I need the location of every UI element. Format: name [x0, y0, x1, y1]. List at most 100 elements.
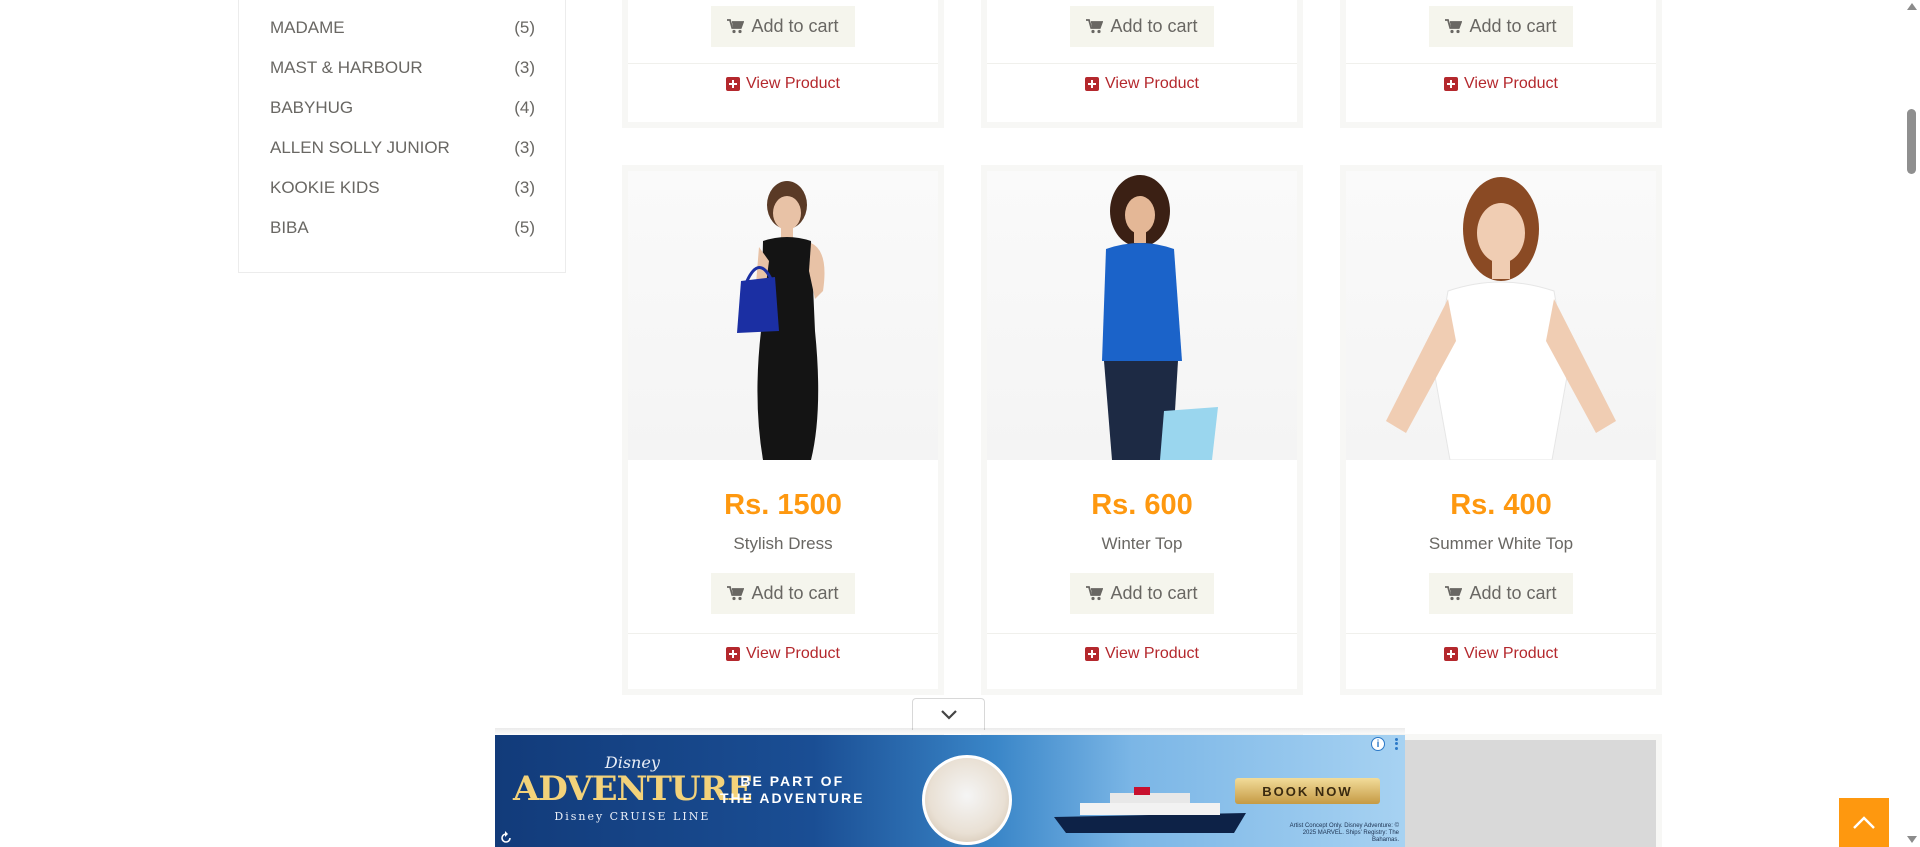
shopping-cart-icon [727, 19, 745, 34]
brand-count: (3) [514, 58, 535, 77]
view-product-label: View Product [1105, 645, 1199, 662]
ad-logo: Disney ADVENTURE Disney CRUISE LINE [513, 753, 753, 823]
product-image [1346, 171, 1656, 460]
chevron-up-icon [1853, 816, 1875, 829]
product-price: Rs. 1500 [724, 489, 842, 521]
card-divider [628, 633, 938, 634]
add-to-cart-label: Add to cart [1110, 583, 1198, 603]
view-product-link[interactable]: View Product [628, 644, 938, 664]
plus-square-icon [1444, 77, 1458, 91]
shopping-cart-icon [1445, 586, 1463, 601]
ad-fine-print: Artist Concept Only. Disney Adventure: ©… [1289, 823, 1399, 843]
woman-black-dress-image [737, 181, 825, 460]
brand-name: ALLEN SOLLY JUNIOR [270, 138, 450, 157]
refresh-icon[interactable] [499, 831, 513, 845]
add-to-cart-button[interactable]: Add to cart [1070, 6, 1214, 47]
chevron-down-icon [940, 710, 957, 720]
view-product-link[interactable]: View Product [1346, 74, 1656, 94]
page: MADAME (5) MAST & HARBOUR (3) BABYHUG (4… [0, 0, 1920, 847]
shopping-cart-icon [1445, 19, 1463, 34]
product-price: Rs. 400 [1450, 489, 1552, 521]
view-product-label: View Product [1105, 75, 1199, 92]
view-product-link[interactable]: View Product [1346, 644, 1656, 664]
scroll-up-arrow-icon[interactable] [1907, 3, 1917, 10]
product-card: Rs. 1500 Stylish Dress Add to cart View … [622, 165, 944, 695]
ad-logo-main: ADVENTURE [513, 769, 753, 809]
product-image [628, 171, 938, 460]
brand-count: (3) [514, 178, 535, 197]
add-to-cart-label: Add to cart [751, 16, 839, 36]
add-to-cart-label: Add to cart [1110, 16, 1198, 36]
cruise-ship-image [1054, 787, 1246, 833]
scrollbar-thumb[interactable] [1907, 109, 1916, 174]
card-divider [987, 63, 1297, 64]
brand-item-babyhug[interactable]: BABYHUG (4) [270, 96, 535, 120]
add-to-cart-button[interactable]: Add to cart [1429, 573, 1573, 614]
product-card: Add to cart View Product [981, 0, 1303, 128]
product-card: Rs. 600 Winter Top Add to cart View Prod… [981, 165, 1303, 695]
view-product-link[interactable]: View Product [628, 74, 938, 94]
card-divider [1346, 633, 1656, 634]
vertical-scrollbar[interactable] [1903, 0, 1920, 847]
ad-tagline-line-2: THE ADVENTURE [720, 790, 865, 806]
brand-count: (4) [514, 98, 535, 117]
view-product-link[interactable]: View Product [987, 74, 1297, 94]
brand-item-mast-harbour[interactable]: MAST & HARBOUR (3) [270, 56, 535, 80]
woman-white-top-image [1386, 177, 1616, 460]
brand-name: BABYHUG [270, 98, 354, 117]
plus-square-icon [1085, 77, 1099, 91]
view-product-label: View Product [1464, 645, 1558, 662]
card-divider [1346, 63, 1656, 64]
add-to-cart-label: Add to cart [751, 583, 839, 603]
product-card: Add to cart View Product [622, 0, 944, 128]
book-now-button[interactable]: BOOK NOW [1235, 778, 1380, 804]
product-name: Summer White Top [1428, 534, 1574, 553]
product-name: Stylish Dress [733, 534, 833, 553]
product-image [987, 171, 1297, 460]
plus-square-icon [1085, 647, 1099, 661]
product-card: Add to cart View Product [1340, 0, 1662, 128]
add-to-cart-button[interactable]: Add to cart [711, 6, 855, 47]
plus-square-icon [726, 647, 740, 661]
shopping-cart-icon [1086, 586, 1104, 601]
ad-logo-sub: Disney CRUISE LINE [554, 810, 711, 823]
brand-name: KOOKIE KIDS [270, 178, 380, 197]
scroll-to-top-button[interactable] [1839, 798, 1889, 847]
brand-item-allen-solly-junior[interactable]: ALLEN SOLLY JUNIOR (3) [270, 136, 535, 160]
product-card: Rs. 400 Summer White Top Add to cart Vie… [1340, 165, 1662, 695]
brand-item-madame[interactable]: MADAME (5) [270, 16, 535, 40]
product-price: Rs. 600 [1091, 489, 1193, 521]
info-icon[interactable]: i [1371, 737, 1385, 751]
shopping-cart-icon [1086, 19, 1104, 34]
brand-count: (5) [514, 18, 535, 37]
brand-item-biba[interactable]: BIBA (5) [270, 216, 535, 240]
ad-tagline: BE PART OF THE ADVENTURE [720, 773, 865, 807]
card-divider [987, 633, 1297, 634]
woman-blue-top-image [1102, 175, 1218, 460]
view-product-link[interactable]: View Product [987, 644, 1297, 664]
brands-panel: MADAME (5) MAST & HARBOUR (3) BABYHUG (4… [238, 0, 566, 273]
brand-count: (5) [514, 218, 535, 237]
brand-name: BIBA [270, 218, 309, 237]
plus-square-icon [1444, 647, 1458, 661]
shopping-cart-icon [727, 586, 745, 601]
brand-name: MADAME [270, 18, 345, 37]
view-product-label: View Product [746, 75, 840, 92]
add-to-cart-label: Add to cart [1469, 583, 1557, 603]
ad-collapse-button[interactable] [912, 698, 985, 730]
brand-item-kookie-kids[interactable]: KOOKIE KIDS (3) [270, 176, 535, 200]
ad-banner[interactable]: Disney ADVENTURE Disney CRUISE LINE BE P… [495, 735, 1405, 847]
ad-characters-image [922, 755, 1012, 845]
add-to-cart-button[interactable]: Add to cart [711, 573, 855, 614]
plus-square-icon [726, 77, 740, 91]
scroll-down-arrow-icon[interactable] [1907, 836, 1917, 843]
brand-name: MAST & HARBOUR [270, 58, 423, 77]
view-product-label: View Product [1464, 75, 1558, 92]
kebab-menu-icon[interactable] [1391, 737, 1401, 751]
card-divider [628, 63, 938, 64]
add-to-cart-button[interactable]: Add to cart [1429, 6, 1573, 47]
add-to-cart-button[interactable]: Add to cart [1070, 573, 1214, 614]
brand-count: (3) [514, 138, 535, 157]
add-to-cart-label: Add to cart [1469, 16, 1557, 36]
product-name: Winter Top [1101, 534, 1183, 553]
